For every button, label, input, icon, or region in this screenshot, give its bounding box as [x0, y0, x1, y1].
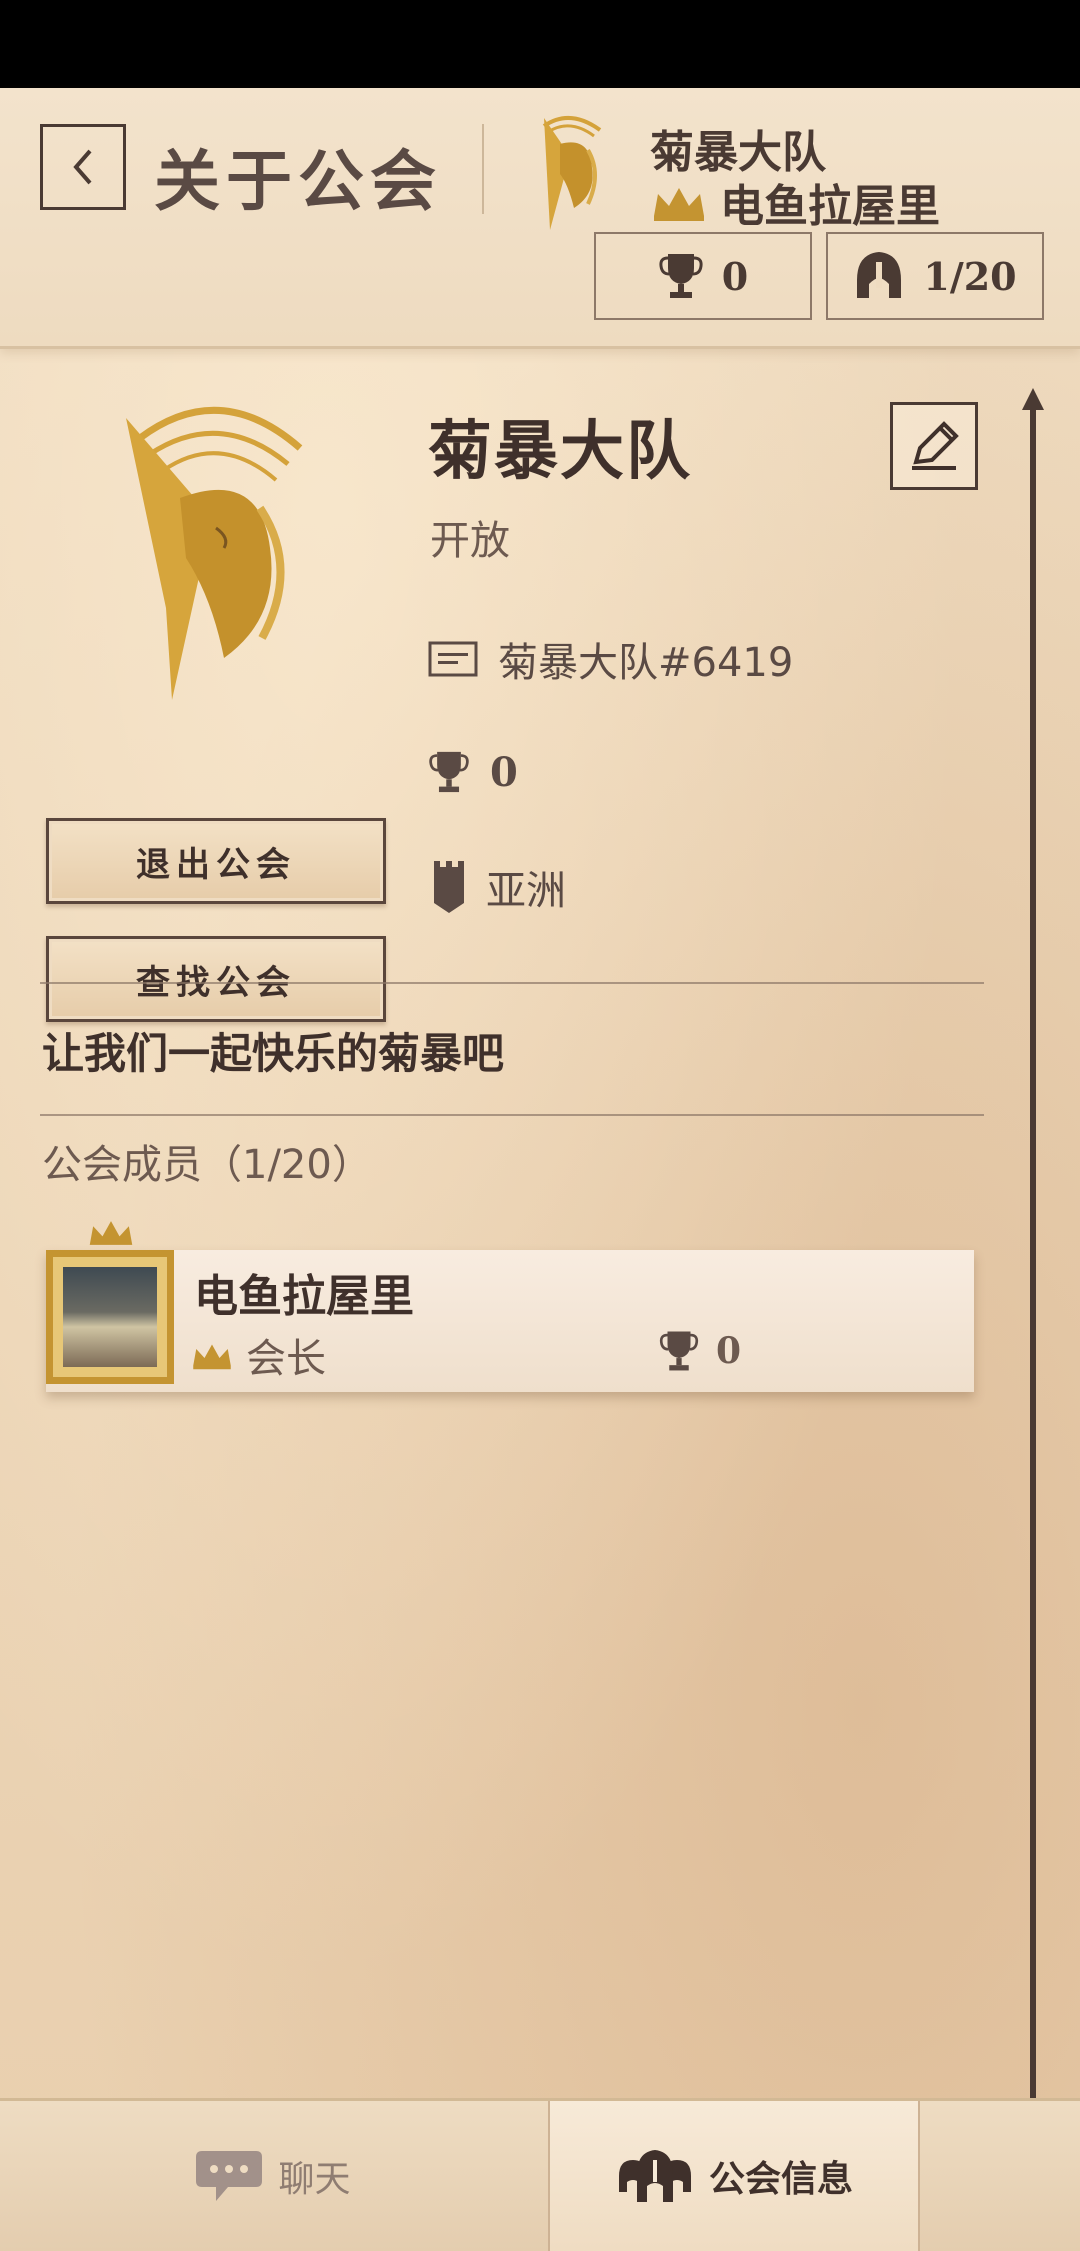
id-card-icon	[428, 641, 478, 677]
member-role: 会长	[190, 1326, 326, 1384]
helmet-icon	[857, 252, 902, 298]
bottom-tab-bar: 聊天 公会信息	[0, 2098, 1080, 2251]
member-role-label: 会长	[246, 1336, 326, 1382]
trophy-icon	[429, 751, 469, 793]
guild-tag-row: 菊暴大队#6419	[428, 630, 793, 688]
find-guild-button[interactable]: 查找公会	[46, 936, 386, 1022]
tab-guild-info-label: 公会信息	[708, 2159, 853, 2200]
member-card[interactable]: 电鱼拉屋里 会长 0	[46, 1221, 974, 1392]
trophy-icon	[659, 1331, 699, 1371]
guild-region: 亚洲	[486, 868, 566, 914]
header-leader: 电鱼拉屋里	[650, 170, 940, 234]
crown-icon	[89, 1221, 133, 1245]
guild-description: 让我们一起快乐的菊暴吧	[42, 1029, 505, 1078]
edit-button[interactable]	[890, 402, 978, 490]
crown-icon	[654, 188, 704, 221]
guild-info-page: 关于公会 菊暴大队 电鱼拉屋里 0 1/20 菊暴大队 开放 菊暴大队#6419…	[0, 88, 1080, 2251]
guild-trophies-row: 0	[428, 748, 518, 796]
divider	[40, 982, 984, 984]
scroll-up-arrow-icon	[1022, 388, 1044, 410]
status-bar	[0, 0, 1080, 88]
member-trophy-count: 0	[716, 1330, 742, 1372]
guild-trophy-count: 0	[490, 748, 518, 796]
unicorn-emblem-icon	[542, 115, 602, 230]
header-divider	[482, 124, 484, 214]
scrollbar[interactable]	[1030, 400, 1036, 2130]
back-button[interactable]	[40, 124, 126, 210]
guild-status: 开放	[430, 518, 510, 564]
trophy-icon	[659, 254, 703, 298]
trophy-count-box: 0	[594, 232, 812, 320]
members-label: 公会成员（1/20）	[42, 1142, 372, 1188]
leave-guild-button[interactable]: 退出公会	[46, 818, 386, 904]
member-count: 1/20	[923, 253, 1017, 299]
tab-guild-info[interactable]: 公会信息	[548, 2101, 920, 2251]
guild-tag: 菊暴大队#6419	[498, 640, 794, 686]
guild-helmets-icon	[618, 2150, 691, 2202]
member-name: 电鱼拉屋里	[194, 1271, 414, 1322]
back-arrow-icon	[73, 149, 92, 185]
crown-icon	[193, 1344, 231, 1370]
tab-chat[interactable]: 聊天	[0, 2101, 545, 2251]
avatar-portrait	[63, 1267, 157, 1367]
divider	[40, 1114, 984, 1116]
header: 关于公会 菊暴大队 电鱼拉屋里 0 1/20	[0, 88, 1080, 349]
avatar	[46, 1250, 174, 1384]
guild-name: 菊暴大队	[428, 415, 692, 489]
member-trophies: 0	[658, 1328, 741, 1374]
member-count-box: 1/20	[826, 232, 1044, 320]
header-leader-name: 电鱼拉屋里	[720, 181, 940, 232]
chat-bubble-icon	[196, 2151, 263, 2201]
guild-region-row: 亚洲	[432, 858, 566, 916]
edit-pencil-icon	[912, 421, 959, 470]
unicorn-emblem-icon	[126, 406, 303, 700]
tower-icon	[434, 861, 464, 913]
page-title: 关于公会	[154, 143, 442, 220]
trophy-count: 0	[721, 253, 749, 299]
tab-chat-label: 聊天	[278, 2159, 351, 2200]
